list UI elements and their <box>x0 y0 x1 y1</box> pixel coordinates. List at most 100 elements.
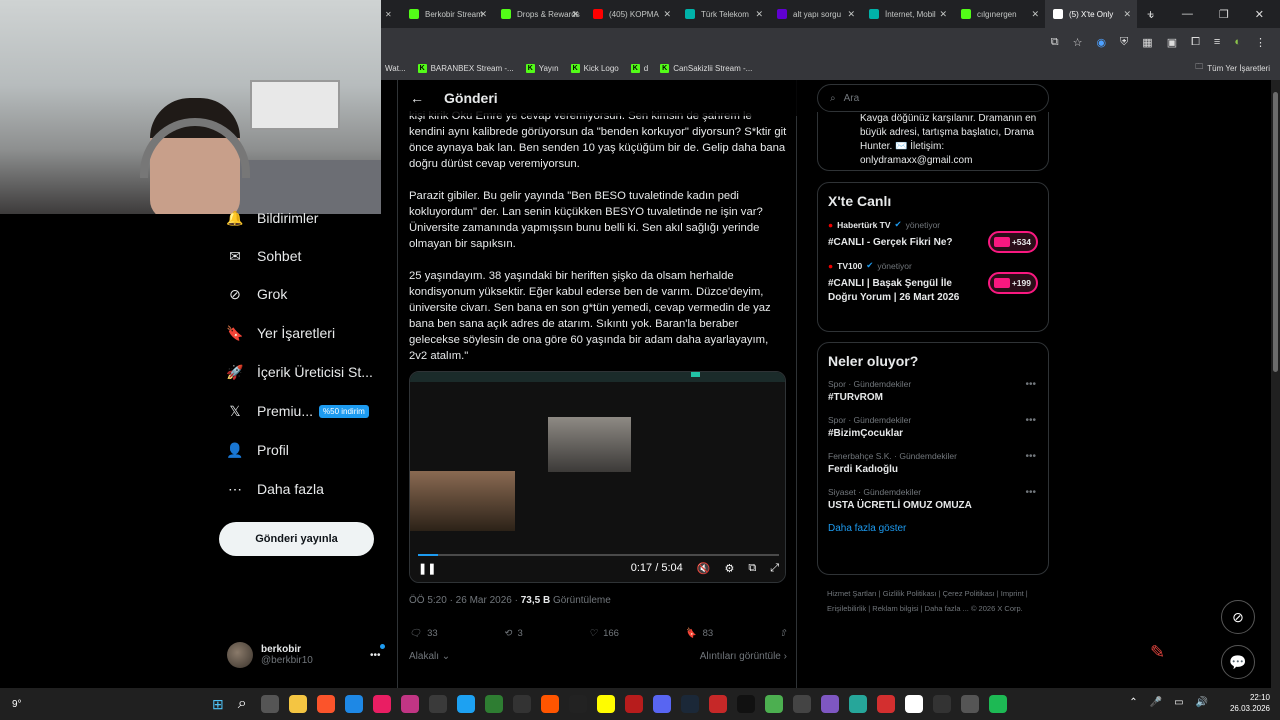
browser-tab[interactable]: Drops & Rewards ✕ <box>493 0 585 28</box>
mute-icon[interactable]: 🔇 <box>697 562 711 575</box>
tab-close-icon[interactable]: ✕ <box>663 9 671 20</box>
more-icon[interactable]: ••• <box>1025 415 1036 426</box>
profile-avatar-icon[interactable]: ◐ <box>1234 36 1241 48</box>
video-player[interactable]: ❚❚ 0:17 / 5:04 🔇 ⚙ ⧉ ⤢ <box>409 371 786 583</box>
tab-close-icon[interactable]: ✕ <box>1123 9 1131 20</box>
mic-icon[interactable]: 🎤 <box>1150 697 1162 708</box>
minimize-icon[interactable]: — <box>1182 8 1193 20</box>
speedometer-icon[interactable] <box>512 695 531 713</box>
start-icon[interactable]: ⊞ <box>212 696 224 713</box>
address-bar[interactable]: ⧉ ☆ ◉ ⛨ ▦ ▣ ⧠ ≡ ◐ ⋮ <box>381 28 1280 56</box>
spotify-icon[interactable] <box>988 695 1007 713</box>
tab-close-icon[interactable]: ✕ <box>939 9 947 20</box>
repost-button[interactable]: ⟲ 3 <box>503 628 522 639</box>
app-icon[interactable] <box>792 695 811 713</box>
weather-icon[interactable]: 9° <box>12 699 52 710</box>
copilot-icon[interactable] <box>820 695 839 713</box>
app-icon[interactable] <box>708 695 727 713</box>
all-bookmarks-button[interactable]: 🗀 Tüm Yer İşaretleri <box>1195 61 1280 75</box>
browser-tab[interactable]: (5) X'te Only ✕ <box>1045 0 1137 28</box>
nav-item[interactable]: ⊘ Grok <box>227 286 287 303</box>
chevron-down-icon[interactable]: ⌄ <box>1147 8 1156 21</box>
close-icon[interactable]: ✕ <box>1255 8 1264 21</box>
star-icon[interactable]: ☆ <box>1073 36 1083 49</box>
bookmark-button[interactable]: 🔖 83 <box>685 628 713 639</box>
instagram-icon[interactable] <box>400 695 419 713</box>
discord-icon[interactable] <box>652 695 671 713</box>
store-icon[interactable] <box>428 695 447 713</box>
fullscreen-icon[interactable]: ⤢ <box>770 562 779 575</box>
pause-icon[interactable]: ❚❚ <box>418 562 436 575</box>
app-icon[interactable] <box>932 695 951 713</box>
tab-close-icon[interactable]: ✕ <box>479 9 487 20</box>
nav-item[interactable]: 🔖 Yer İşaretleri <box>226 325 335 342</box>
explorer-icon[interactable] <box>288 695 307 713</box>
messages-icon[interactable]: 💬 <box>1221 645 1255 679</box>
app-icon[interactable] <box>484 695 503 713</box>
epic-icon[interactable] <box>568 695 587 713</box>
cast-icon[interactable]: ⧉ <box>1051 36 1059 49</box>
bookmark-item[interactable]: Kd <box>630 63 648 73</box>
live-item[interactable]: ● TV100 ✔ yönetiyor #CANLI | Başak Şengül İ… <box>828 260 1038 305</box>
chevron-up-icon[interactable]: ⌃ <box>1129 697 1137 708</box>
snapchat-icon[interactable] <box>596 695 615 713</box>
browser-tab[interactable]: Türk Telekom ✕ <box>677 0 769 28</box>
footer-links[interactable]: Hizmet Şartları | Gizlilik Politikası | … <box>827 586 1049 616</box>
tiktok-icon[interactable] <box>736 695 755 713</box>
app-icon[interactable] <box>876 695 895 713</box>
search-icon[interactable]: ⌕ <box>238 695 247 713</box>
app-red-icon[interactable] <box>624 695 643 713</box>
pip-icon[interactable]: ⧉ <box>748 562 756 575</box>
extension-audio-icon[interactable]: ◉ <box>1096 36 1106 49</box>
scrollbar[interactable] <box>1271 80 1280 688</box>
restore-icon[interactable]: ❐ <box>1219 8 1229 21</box>
tab-close-icon[interactable]: ✕ <box>571 9 579 20</box>
post-button[interactable]: Gönderi yayınla <box>219 522 374 556</box>
more-icon[interactable]: ••• <box>1025 451 1036 462</box>
browser-tab[interactable]: alt yapı sorgu ✕ <box>769 0 861 28</box>
steam-icon[interactable] <box>680 695 699 713</box>
settings-gear-icon[interactable]: ⚙ <box>724 562 734 575</box>
nav-item[interactable]: 𝕏 Premiu... %50 indirim <box>227 403 369 419</box>
edge-icon[interactable] <box>344 695 363 713</box>
bookmark-item[interactable]: K BARANBEX Stream -... <box>417 63 514 73</box>
more-icon[interactable]: ••• <box>370 650 381 661</box>
more-icon[interactable]: ••• <box>1025 379 1036 390</box>
sort-dropdown[interactable]: Alakalı ⌄ <box>409 651 450 662</box>
nav-item[interactable]: 🚀 İçerik Üreticisi St... <box>226 364 373 381</box>
display-icon[interactable]: ▭ <box>1174 697 1183 708</box>
trend-item[interactable]: Spor · Gündemdekiler #TURvROM ••• <box>828 379 1038 403</box>
back-arrow-icon[interactable]: ← <box>410 90 424 106</box>
volume-icon[interactable]: 🔊 <box>1196 697 1208 708</box>
settings-gear-icon[interactable] <box>960 695 979 713</box>
task-view-icon[interactable] <box>260 695 279 713</box>
tab-close-icon[interactable]: ✕ <box>1031 9 1039 20</box>
yandex-icon[interactable] <box>904 695 923 713</box>
bookmark-item[interactable]: K CanSakizlii Stream -... <box>660 63 752 73</box>
extension-shield-icon[interactable]: ⛨ <box>1120 36 1128 49</box>
trend-item[interactable]: Spor · Gündemdekiler #BizimÇocuklar ••• <box>828 415 1038 439</box>
clock[interactable]: 22:10 26.03.2026 <box>1230 692 1270 714</box>
app-icon[interactable] <box>848 695 867 713</box>
tab-close-icon[interactable]: ✕ <box>755 9 763 20</box>
brave-icon[interactable] <box>316 695 335 713</box>
trend-item[interactable]: Siyaset · Gündemdekiler USTA ÜCRETLİ OMUZ… <box>828 487 1038 511</box>
bookmark-item[interactable]: K Yayın <box>525 63 559 73</box>
browser-tab[interactable]: (405) KOPMA ✕ <box>585 0 677 28</box>
nav-item[interactable]: ✉ Sohbet <box>227 248 301 265</box>
chrome-icon[interactable] <box>764 695 783 713</box>
reply-button[interactable]: 🗨 33 <box>409 628 438 639</box>
tab-close-icon[interactable]: ✕ <box>847 9 855 20</box>
browser-tab[interactable]: cılgınergen ✕ <box>953 0 1045 28</box>
nav-item[interactable]: ⋯ Daha fazla <box>227 481 324 498</box>
grok-icon[interactable]: ⊘ <box>1221 600 1255 634</box>
trend-item[interactable]: Fenerbahçe S.K. · Gündemdekiler Ferdi Kad… <box>828 451 1038 475</box>
extension-grid-icon[interactable]: ▦ <box>1142 36 1152 49</box>
tab-0[interactable]: ✕ <box>381 0 401 28</box>
quotes-link[interactable]: Alıntıları görüntüle › <box>700 651 787 662</box>
show-more-link[interactable]: Daha fazla göster <box>828 523 1038 534</box>
extensions-puzzle-icon[interactable]: ⧠ <box>1191 36 1200 49</box>
search-input[interactable]: ⌕ Ara <box>817 84 1049 112</box>
soundcloud-icon[interactable] <box>540 695 559 713</box>
more-icon[interactable]: ••• <box>1025 487 1036 498</box>
